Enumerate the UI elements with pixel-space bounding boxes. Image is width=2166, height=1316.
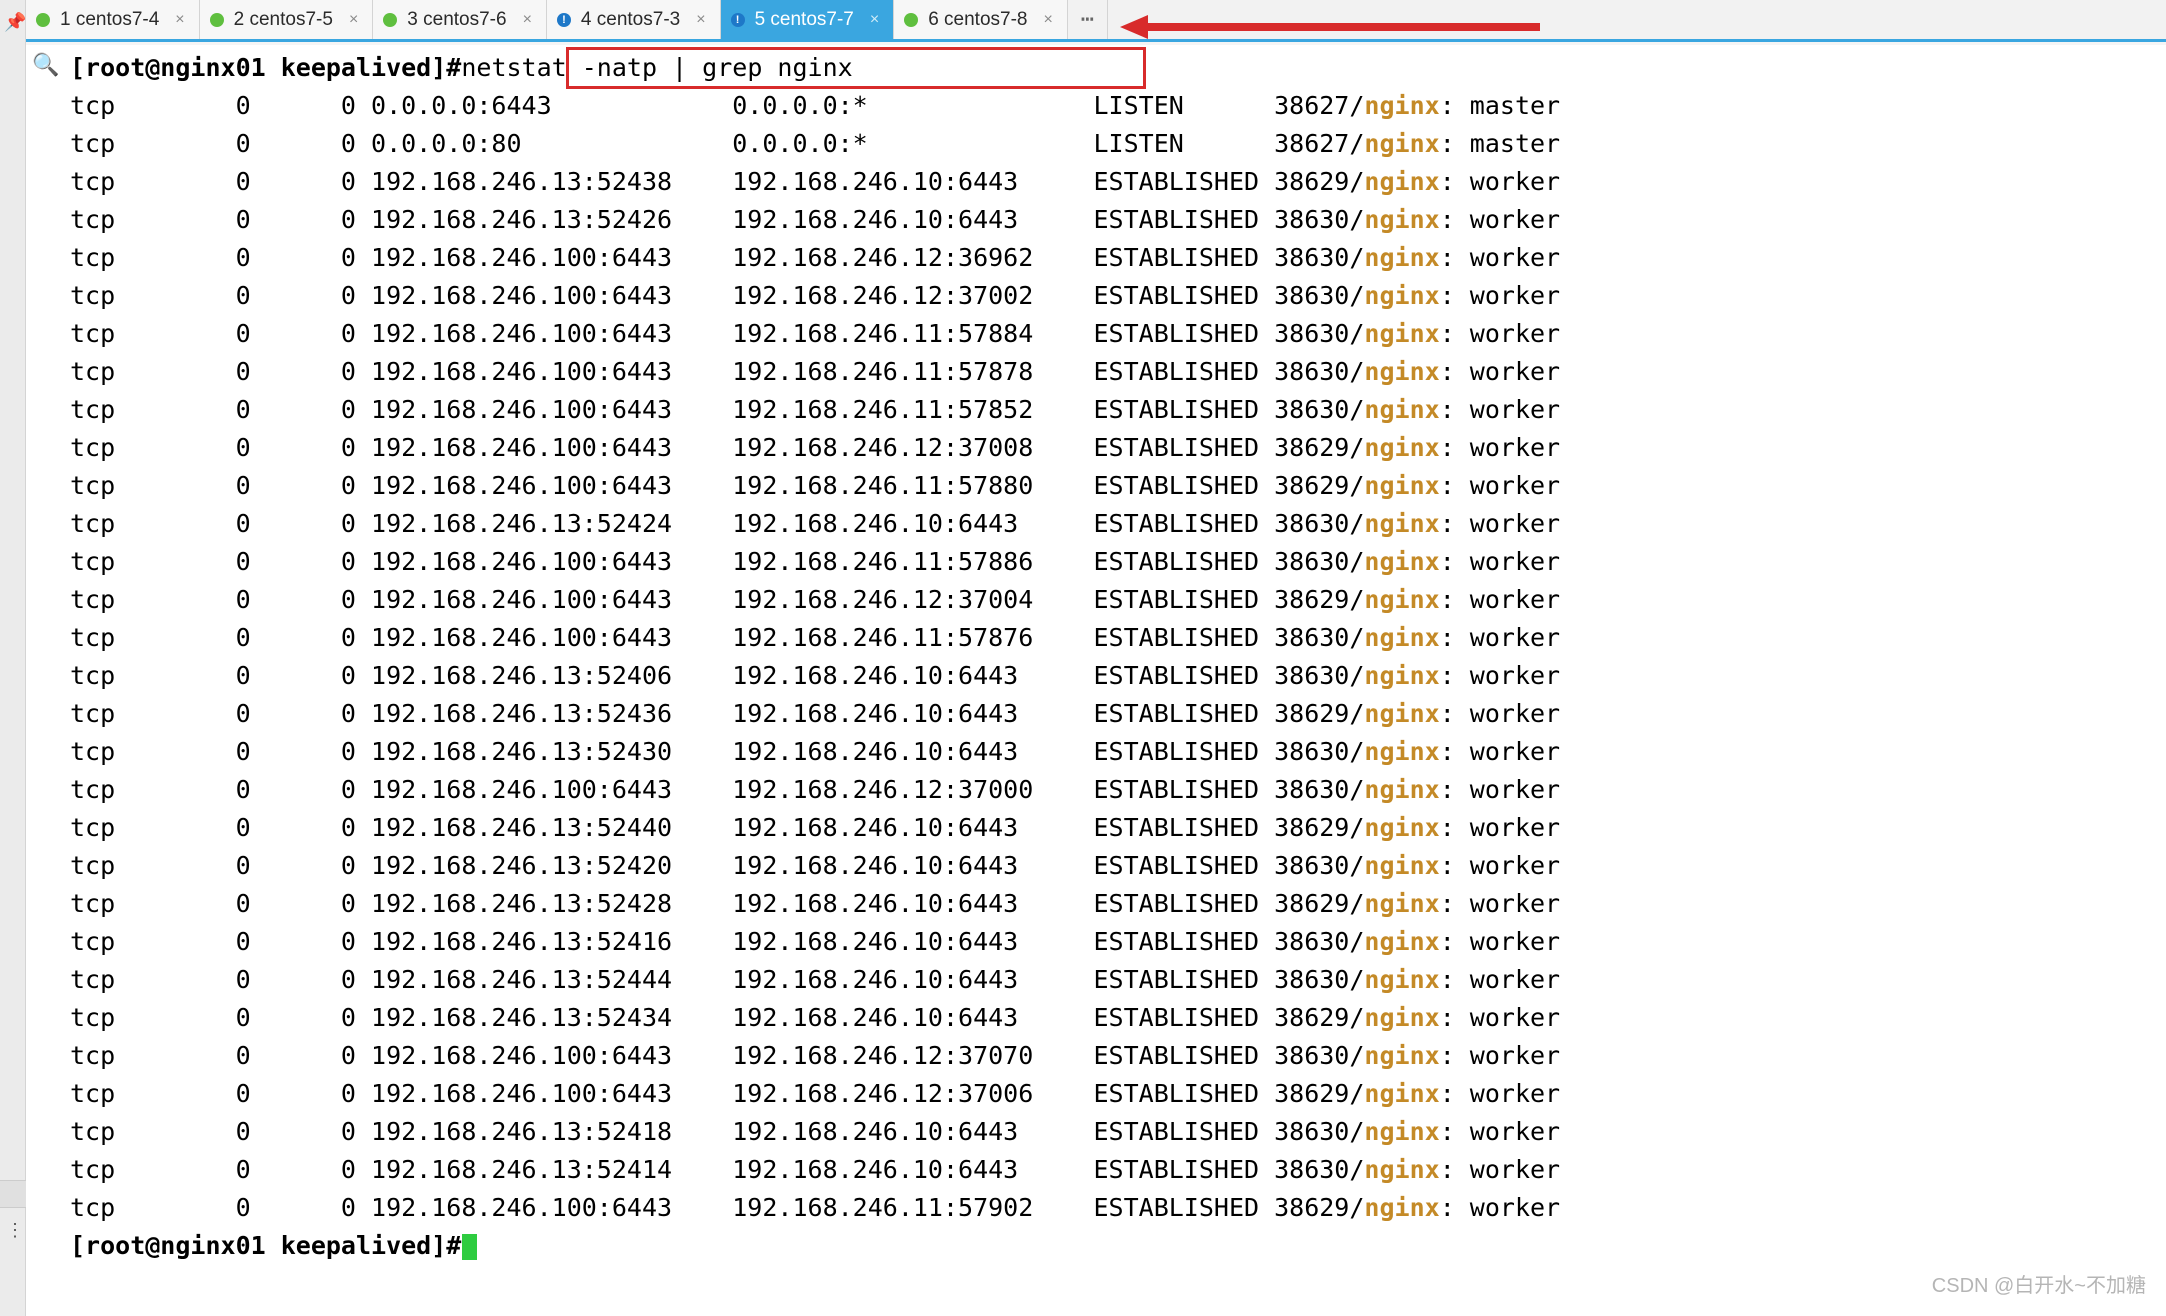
netstat-row: tcp 0 0 192.168.246.13:52418 192.168.246… (70, 1113, 2162, 1151)
netstat-row: tcp 0 0 192.168.246.13:52436 192.168.246… (70, 695, 2162, 733)
netstat-row: tcp 0 0 192.168.246.100:6443 192.168.246… (70, 543, 2162, 581)
netstat-row: tcp 0 0 192.168.246.13:52444 192.168.246… (70, 961, 2162, 999)
annotation-arrow (1120, 12, 1540, 42)
prompt-line: [root@nginx01 keepalived]#netstat -natp … (70, 49, 2162, 87)
tab-centos7-5[interactable]: 2 centos7-5 × (200, 0, 374, 39)
netstat-row: tcp 0 0 192.168.246.100:6443 192.168.246… (70, 277, 2162, 315)
close-icon[interactable]: × (175, 11, 184, 29)
tab-label: 2 centos7-5 (234, 9, 333, 31)
tab-centos7-3[interactable]: ! 4 centos7-3 × (547, 0, 721, 39)
netstat-row: tcp 0 0 192.168.246.100:6443 192.168.246… (70, 315, 2162, 353)
connected-dot-icon (383, 13, 397, 27)
panel-grip[interactable] (0, 1180, 26, 1208)
netstat-row: tcp 0 0 192.168.246.13:52438 192.168.246… (70, 163, 2162, 201)
tab-centos7-8[interactable]: 6 centos7-8 × (894, 0, 1068, 39)
netstat-row: tcp 0 0 192.168.246.13:52428 192.168.246… (70, 885, 2162, 923)
terminal-output[interactable]: [root@nginx01 keepalived]#netstat -natp … (70, 49, 2162, 1265)
netstat-row: tcp 0 0 0.0.0.0:6443 0.0.0.0:* LISTEN 38… (70, 87, 2162, 125)
terminal-area[interactable]: 🔍 [root@nginx01 keepalived]#netstat -nat… (26, 45, 2166, 1316)
netstat-row: tcp 0 0 192.168.246.13:52440 192.168.246… (70, 809, 2162, 847)
pin-icon[interactable]: 📌 (4, 12, 26, 33)
tab-label: 5 centos7-7 (755, 9, 854, 31)
netstat-row: tcp 0 0 192.168.246.13:52420 192.168.246… (70, 847, 2162, 885)
netstat-row: tcp 0 0 192.168.246.100:6443 192.168.246… (70, 1075, 2162, 1113)
info-dot-icon: ! (731, 13, 745, 27)
close-icon[interactable]: × (696, 11, 705, 29)
left-gutter: 📌 ⋮ (0, 0, 26, 1316)
netstat-row: tcp 0 0 192.168.246.13:52406 192.168.246… (70, 657, 2162, 695)
netstat-row: tcp 0 0 192.168.246.100:6443 192.168.246… (70, 239, 2162, 277)
netstat-row: tcp 0 0 192.168.246.100:6443 192.168.246… (70, 1037, 2162, 1075)
tab-label: 1 centos7-4 (60, 9, 159, 31)
close-icon[interactable]: × (1044, 11, 1053, 29)
netstat-row: tcp 0 0 192.168.246.100:6443 192.168.246… (70, 391, 2162, 429)
netstat-row: tcp 0 0 192.168.246.100:6443 192.168.246… (70, 619, 2162, 657)
netstat-row: tcp 0 0 192.168.246.100:6443 192.168.246… (70, 353, 2162, 391)
tab-centos7-4[interactable]: 1 centos7-4 × (26, 0, 200, 39)
tab-label: 4 centos7-3 (581, 9, 680, 31)
netstat-row: tcp 0 0 192.168.246.100:6443 192.168.246… (70, 771, 2162, 809)
tab-centos7-7[interactable]: ! 5 centos7-7 × (721, 0, 895, 39)
netstat-row: tcp 0 0 192.168.246.13:52430 192.168.246… (70, 733, 2162, 771)
netstat-row: tcp 0 0 192.168.246.13:52424 192.168.246… (70, 505, 2162, 543)
prompt-line: [root@nginx01 keepalived]# (70, 1227, 2162, 1265)
tab-strip: 1 centos7-4 × 2 centos7-5 × 3 centos7-6 ×! 4 c… (26, 0, 2166, 42)
connected-dot-icon (210, 13, 224, 27)
tab-label: 3 centos7-6 (407, 9, 506, 31)
netstat-row: tcp 0 0 192.168.246.13:52414 192.168.246… (70, 1151, 2162, 1189)
panel-dots-icon: ⋮ (6, 1220, 24, 1241)
search-icon[interactable]: 🔍 (32, 53, 59, 78)
netstat-row: tcp 0 0 192.168.246.13:52416 192.168.246… (70, 923, 2162, 961)
netstat-row: tcp 0 0 0.0.0.0:80 0.0.0.0:* LISTEN 3862… (70, 125, 2162, 163)
tab-label: 6 centos7-8 (928, 9, 1027, 31)
close-icon[interactable]: × (870, 11, 879, 29)
close-icon[interactable]: × (523, 11, 532, 29)
tab-centos7-6[interactable]: 3 centos7-6 × (373, 0, 547, 39)
info-dot-icon: ! (557, 13, 571, 27)
netstat-row: tcp 0 0 192.168.246.13:52434 192.168.246… (70, 999, 2162, 1037)
netstat-row: tcp 0 0 192.168.246.100:6443 192.168.246… (70, 467, 2162, 505)
netstat-row: tcp 0 0 192.168.246.100:6443 192.168.246… (70, 429, 2162, 467)
netstat-row: tcp 0 0 192.168.246.100:6443 192.168.246… (70, 581, 2162, 619)
netstat-row: tcp 0 0 192.168.246.100:6443 192.168.246… (70, 1189, 2162, 1227)
close-icon[interactable]: × (349, 11, 358, 29)
netstat-row: tcp 0 0 192.168.246.13:52426 192.168.246… (70, 201, 2162, 239)
connected-dot-icon (904, 13, 918, 27)
cursor (462, 1234, 477, 1260)
watermark-text: CSDN @白开水~不加糖 (1932, 1269, 2146, 1298)
terminal-gutter-tools: 🔍 (32, 53, 59, 78)
connected-dot-icon (36, 13, 50, 27)
new-tab-button[interactable]: ⋯ (1068, 0, 1108, 39)
